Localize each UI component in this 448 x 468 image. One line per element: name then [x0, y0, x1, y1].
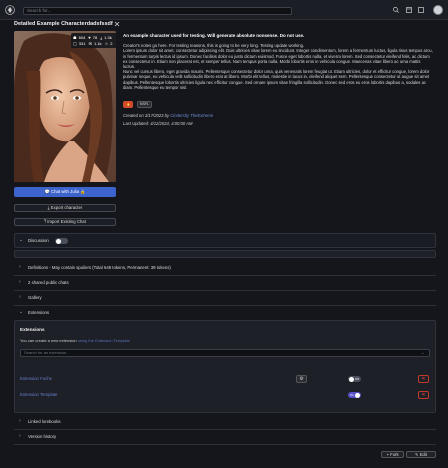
edit-label: Edit [419, 452, 427, 457]
chevron-right-icon: › [19, 294, 21, 300]
extensions-panel [14, 320, 436, 413]
search-icon[interactable] [392, 6, 400, 14]
divider [14, 429, 436, 430]
shared-chats-label[interactable]: 2 shared public chats [28, 280, 69, 285]
likes-count: 78 [92, 34, 98, 40]
character-portrait [14, 31, 116, 182]
stars-count: 2 [110, 40, 113, 46]
tokens-icon: ☗ [73, 34, 77, 40]
definitions-label[interactable]: Definitions - May contain spoilers (Tota… [28, 265, 171, 270]
stats-row-1: ☗ 604 ♥ 78 ⤓ 1.3k [73, 35, 116, 41]
extensions-title: Extensions [20, 327, 45, 332]
remove-extension-button[interactable]: ✕ [418, 375, 429, 383]
discussion-panel[interactable] [14, 233, 436, 248]
extension-toggle[interactable]: Off [348, 376, 361, 382]
lock-icon: 🔒 [80, 189, 86, 194]
downloads-icon: ⤓ [100, 34, 103, 40]
edit-button[interactable]: ✎ Edit [406, 451, 436, 458]
search-input[interactable]: Search for... [23, 7, 292, 15]
stats-row-2: ▢ 331 ✉ 1.1k ☆ 2 [73, 41, 116, 47]
character-stats: ☗ 604 ♥ 78 ⤓ 1.3k ▢ 331 ✉ 1.1k ☆ 2 [71, 33, 118, 48]
chevron-right-icon: › [19, 279, 21, 285]
export-icon: ⤓ [47, 205, 50, 210]
gear-icon: ⚙ [299, 376, 304, 382]
tokens-count: 604 [78, 34, 86, 40]
toggle-label: Off [355, 377, 359, 381]
chat-button-label: Chat with Julia [51, 189, 79, 194]
chevron-down-icon: ⌄ [19, 309, 24, 315]
extension-name[interactable]: Extension Fuchs [20, 376, 52, 381]
discussion-label: Discussion [28, 238, 49, 243]
divider [14, 444, 436, 445]
divider [14, 290, 436, 291]
edit-icon: ✎ [415, 452, 419, 457]
description-heading: An example character used for testing. W… [123, 33, 305, 38]
chat-icon: 💬 [44, 189, 50, 194]
discussion-content [14, 250, 436, 258]
extensions-label[interactable]: Extensions [28, 310, 49, 315]
chevron-right-icon: › [19, 264, 21, 270]
portrait-image [14, 31, 116, 182]
chevron-down-icon: ⌄ [19, 237, 24, 243]
import-chat-button[interactable]: ⤒ Import Existing Chat [14, 218, 116, 226]
chevron-right-icon: › [19, 433, 21, 439]
extension-search-input[interactable]: Search for an extension... [20, 349, 430, 357]
close-icon: ✕ [421, 392, 426, 398]
fork-button[interactable]: ⑂ Fork [381, 451, 404, 458]
export-label: Export character [50, 205, 83, 210]
divider [14, 305, 436, 306]
character-description: An example character used for testing. W… [123, 33, 433, 90]
extension-template-link[interactable]: using the Extension Template [78, 338, 130, 343]
messages-icon: ✉ [88, 40, 92, 46]
fire-tag-icon[interactable]: 🔥 [123, 101, 134, 108]
chevron-right-icon: › [19, 418, 21, 424]
last-updated: Last Updated: 4/12/2024, 4:00:00 AM [123, 121, 193, 126]
created-label: Created on 3/17/2023 by [123, 113, 170, 118]
top-bar: Search for... [0, 0, 448, 20]
user-avatar[interactable] [433, 5, 443, 15]
chat-button[interactable]: 💬 Chat with Julia 🔒 [14, 187, 116, 197]
likes-icon: ♥ [88, 34, 91, 40]
extension-settings-button[interactable]: ⚙ [296, 375, 307, 383]
create-text: You can create a new extension [20, 338, 77, 343]
import-label: Import Existing Chat [47, 219, 86, 224]
tag-nsfl[interactable]: NSFL [136, 101, 153, 108]
collection-icon[interactable] [417, 6, 425, 14]
import-icon: ⤒ [44, 219, 46, 224]
chevron-down-icon: ⌄ [421, 350, 425, 355]
messages-count: 1.1k [93, 40, 102, 46]
linked-lorebooks-label[interactable]: Linked lorebooks [28, 419, 61, 424]
fork-label: Fork [390, 452, 399, 457]
close-icon: ✕ [421, 376, 426, 382]
toggle-label: On [350, 393, 355, 397]
remove-extension-button[interactable]: ✕ [418, 391, 429, 399]
gallery-label[interactable]: Gallery [28, 295, 42, 300]
library-icon[interactable] [405, 6, 413, 14]
fork-icon: ⑂ [386, 452, 389, 457]
stars-icon: ☆ [104, 40, 109, 46]
tag-list: 🔥 NSFL [123, 101, 154, 109]
extensions-create-hint: You can create a new extension using the… [20, 338, 130, 343]
description-paragraph: Lorem ipsum dolor sit amet, consectetur … [123, 48, 433, 70]
extension-name[interactable]: Extension Template [20, 392, 57, 397]
chats-count: 331 [78, 40, 86, 46]
version-history-label[interactable]: Version history [28, 434, 56, 439]
site-logo-icon[interactable] [5, 5, 15, 15]
character-name: Detailed Example Characterdadsfssdf [14, 21, 113, 27]
export-character-button[interactable]: ⤓ Export character [14, 204, 116, 212]
divider [14, 275, 436, 276]
discussion-toggle[interactable] [55, 238, 68, 244]
extension-toggle[interactable]: On [348, 392, 361, 398]
chats-icon: ▢ [73, 40, 77, 46]
description-paragraph: Nunc vel cursus libero, eget gravida mau… [123, 69, 430, 90]
downloads-count: 1.3k [104, 34, 112, 40]
created-info: Created on 3/17/2023 by Cindershy TheExt… [123, 113, 323, 118]
creator-link[interactable]: Cindershy TheExtreme [170, 113, 213, 118]
close-icon[interactable] [114, 21, 120, 27]
